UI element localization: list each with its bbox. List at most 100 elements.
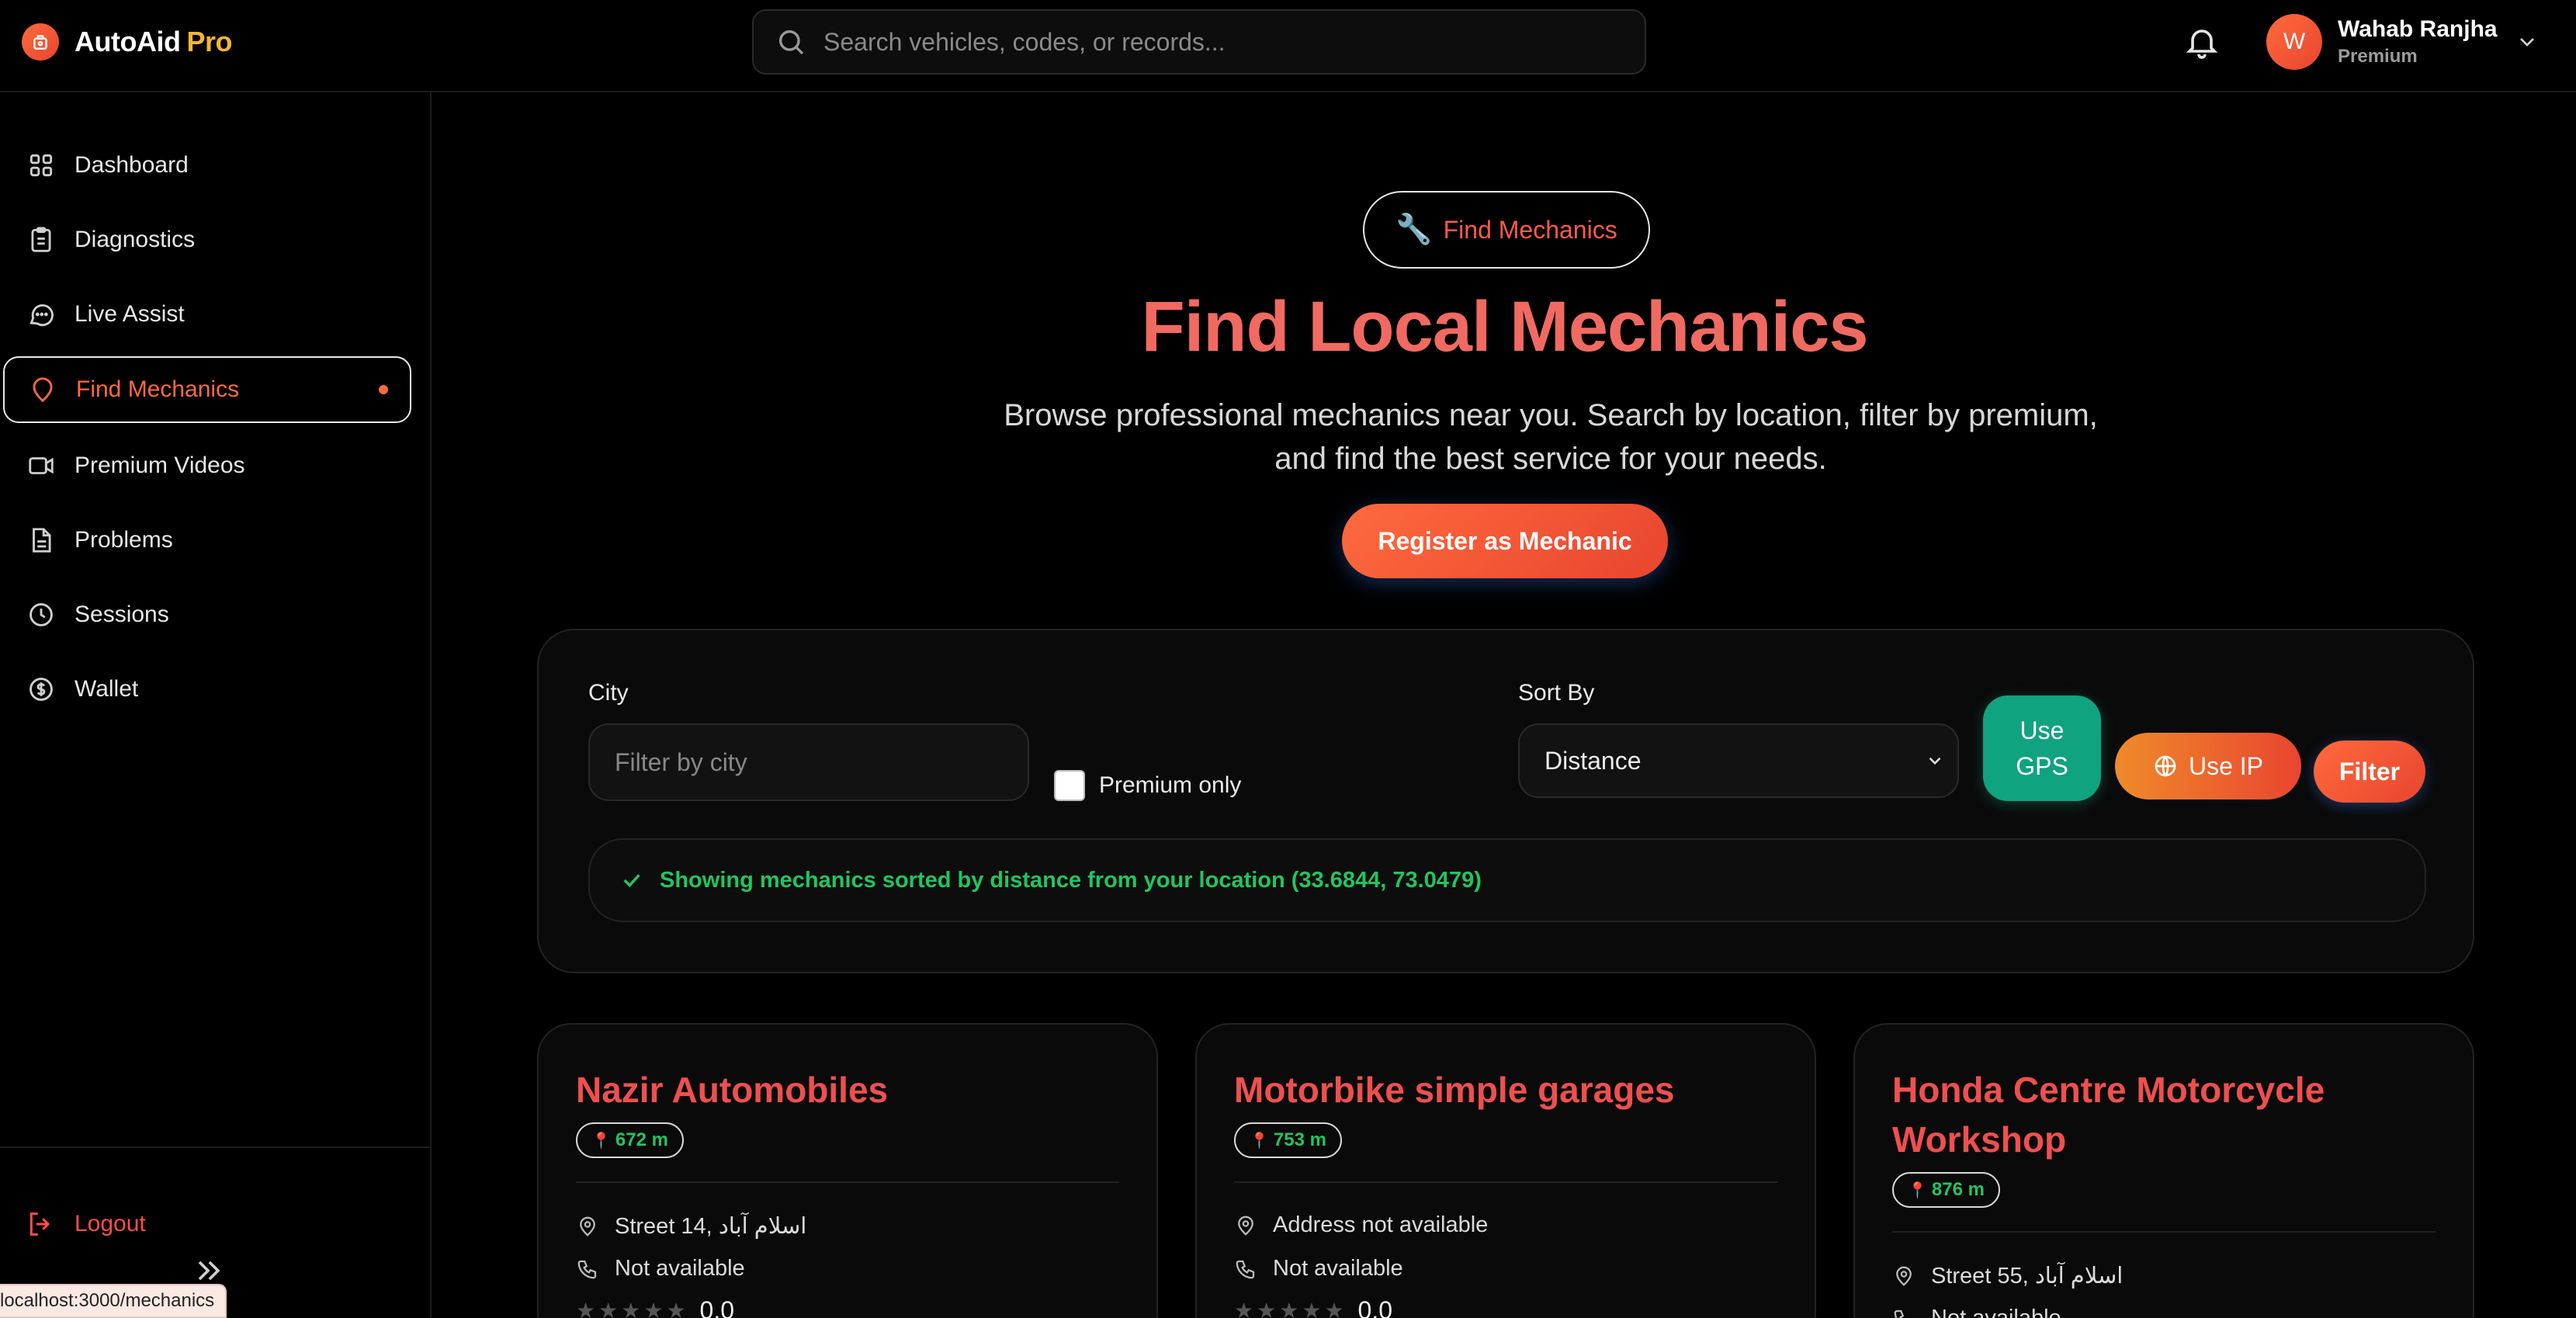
document-icon bbox=[33, 528, 51, 553]
premium-only-toggle[interactable]: Premium only bbox=[1054, 770, 1241, 801]
top-bar: AutoAidPro W Wahab Ranjha Premium bbox=[0, 0, 2576, 92]
dollar-icon bbox=[29, 678, 53, 701]
sidebar-item-wallet[interactable]: Wallet bbox=[3, 656, 411, 723]
mechanic-phone: Not available bbox=[615, 1256, 745, 1281]
logout-icon bbox=[29, 1212, 50, 1236]
chat-icon bbox=[29, 303, 54, 327]
app-name: AutoAid Pro bbox=[75, 26, 232, 57]
sort-by-select[interactable]: Distance bbox=[1518, 723, 1959, 798]
globe-icon bbox=[2155, 755, 2176, 777]
collapse-sidebar-icon[interactable] bbox=[191, 1254, 225, 1288]
register-mechanic-button[interactable]: Register as Mechanic bbox=[1342, 504, 1668, 578]
sidebar-item-label: Live Assist bbox=[75, 301, 185, 327]
app-logo[interactable]: AutoAid Pro bbox=[22, 23, 232, 61]
mechanic-card[interactable]: Honda Centre Motorcycle Workshop 📍 876 m … bbox=[1853, 1023, 2474, 1318]
pin-icon: 📍 bbox=[1908, 1181, 1927, 1199]
use-gps-button[interactable]: Use GPS bbox=[1983, 695, 2101, 801]
pin-icon: 📍 bbox=[591, 1132, 611, 1150]
phone-row: Not available bbox=[576, 1256, 745, 1282]
grid-icon bbox=[29, 154, 53, 177]
filter-button[interactable]: Filter bbox=[2314, 741, 2425, 803]
star-icon: ★ bbox=[598, 1299, 619, 1318]
phone-icon bbox=[577, 1260, 597, 1278]
clipboard-icon bbox=[31, 227, 51, 252]
star-icon: ★ bbox=[643, 1299, 664, 1318]
location-icon bbox=[580, 1216, 595, 1236]
page-subtitle: Browse professional mechanics near you. … bbox=[1004, 398, 2098, 476]
check-icon bbox=[623, 874, 640, 888]
mechanic-name: Honda Centre Motorcycle Workshop bbox=[1892, 1070, 2325, 1160]
location-status-message: Showing mechanics sorted by distance fro… bbox=[588, 838, 2426, 922]
distance-badge: 📍 672 m bbox=[576, 1122, 684, 1158]
section-pill: 🔧 Find Mechanics bbox=[1363, 191, 1650, 269]
browser-status-url: localhost:3000/mechanics bbox=[0, 1284, 227, 1318]
sidebar-item-label: Find Mechanics bbox=[76, 376, 240, 402]
address-row: Street 55, اسلام آباد bbox=[1892, 1262, 2123, 1289]
address-row: Address not available bbox=[1234, 1212, 1488, 1238]
sidebar-item-sessions[interactable]: Sessions bbox=[3, 581, 411, 648]
sidebar-item-label: Dashboard bbox=[75, 152, 189, 178]
card-divider bbox=[1892, 1231, 2436, 1233]
rating-value: 0.0 bbox=[699, 1296, 735, 1318]
filter-panel: City Premium only Sort By Distance UseGP… bbox=[537, 629, 2474, 973]
pin-icon: 📍 bbox=[1250, 1132, 1269, 1150]
sidebar-item-problems[interactable]: Problems bbox=[3, 507, 411, 574]
sidebar-item-find-mechanics[interactable]: Find Mechanics bbox=[3, 356, 411, 423]
phone-row: Not available bbox=[1234, 1256, 1403, 1282]
rating-value: 0.0 bbox=[1357, 1296, 1393, 1318]
bell-icon[interactable] bbox=[2183, 23, 2221, 61]
section-pill-label: Find Mechanics bbox=[1443, 215, 1617, 244]
premium-only-label: Premium only bbox=[1099, 772, 1242, 798]
mechanic-card[interactable]: Nazir Automobiles 📍 672 m Street 14, اسلا… bbox=[537, 1023, 1158, 1318]
sidebar-item-live-assist[interactable]: Live Assist bbox=[3, 281, 411, 348]
rating: ★ ★ ★ ★ ★ 0.0 bbox=[1234, 1296, 1392, 1318]
star-icon: ★ bbox=[1324, 1299, 1344, 1318]
search-input[interactable] bbox=[823, 11, 1645, 73]
sidebar-item-label: Sessions bbox=[75, 602, 169, 627]
logout-button[interactable]: Logout bbox=[0, 1201, 310, 1247]
sidebar-item-diagnostics[interactable]: Diagnostics bbox=[3, 206, 411, 273]
user-plan: Premium bbox=[2338, 46, 2418, 67]
video-icon bbox=[29, 457, 54, 474]
star-icon: ★ bbox=[666, 1299, 686, 1318]
sidebar-item-dashboard[interactable]: Dashboard bbox=[3, 132, 411, 199]
rating: ★ ★ ★ ★ ★ 0.0 bbox=[576, 1296, 734, 1318]
mechanic-card[interactable]: Motorbike simple garages 📍 753 m Address … bbox=[1195, 1023, 1816, 1318]
chevron-down-icon bbox=[2519, 38, 2534, 47]
wrench-icon: 🔧 bbox=[1395, 213, 1433, 246]
search-icon bbox=[779, 30, 804, 55]
sidebar-item-label: Wallet bbox=[75, 676, 139, 702]
use-ip-label: Use IP bbox=[2188, 751, 2264, 780]
search-bar[interactable] bbox=[752, 9, 1646, 75]
location-status-text: Showing mechanics sorted by distance fro… bbox=[660, 867, 1482, 893]
sidebar-item-label: Problems bbox=[75, 527, 173, 553]
star-icon: ★ bbox=[576, 1299, 596, 1318]
star-icon: ★ bbox=[1279, 1299, 1299, 1318]
avatar: W bbox=[2266, 14, 2322, 70]
chevron-down-icon bbox=[1929, 757, 1941, 765]
user-menu[interactable]: W Wahab Ranjha Premium bbox=[2266, 14, 2540, 70]
mechanic-address: Street 55, اسلام آباد bbox=[1931, 1264, 2124, 1289]
city-filter-input[interactable] bbox=[588, 723, 1029, 801]
card-divider bbox=[1234, 1181, 1777, 1183]
sort-label: Sort By bbox=[1518, 680, 1595, 706]
logout-label: Logout bbox=[75, 1211, 146, 1236]
use-ip-button[interactable]: Use IP bbox=[2115, 733, 2301, 799]
phone-row: Not available bbox=[1892, 1306, 2061, 1318]
location-icon bbox=[1896, 1266, 1912, 1286]
mechanic-phone: Not available bbox=[1931, 1306, 2061, 1318]
premium-only-checkbox[interactable] bbox=[1054, 770, 1085, 801]
logo-icon bbox=[22, 23, 59, 61]
mechanic-address: Street 14, اسلام آباد bbox=[615, 1214, 807, 1239]
phone-icon bbox=[1894, 1309, 1905, 1318]
user-name: Wahab Ranjha bbox=[2338, 16, 2498, 42]
mechanic-name: Nazir Automobiles bbox=[576, 1070, 889, 1110]
clock-icon bbox=[29, 603, 53, 626]
card-divider bbox=[576, 1181, 1119, 1183]
star-icon: ★ bbox=[621, 1299, 641, 1318]
app-badge: Pro bbox=[186, 26, 232, 57]
sidebar-divider bbox=[0, 1146, 430, 1148]
sidebar-item-premium-videos[interactable]: Premium Videos bbox=[3, 432, 411, 499]
star-icon: ★ bbox=[1302, 1299, 1322, 1318]
main-content: 🔧 Find Mechanics Find Local Mechanics Br… bbox=[433, 94, 2576, 1318]
